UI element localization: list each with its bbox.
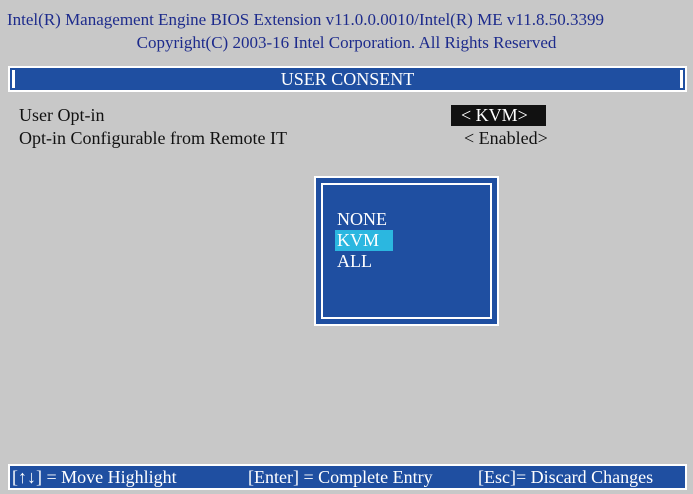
- screen-title: USER CONSENT: [280, 69, 415, 89]
- key-help-bar: [↑↓] = Move Highlight [Enter] = Complete…: [8, 464, 687, 490]
- title-bar-right-edge: [680, 70, 683, 88]
- setting-value-opt-in-configurable[interactable]: < Enabled>: [464, 128, 548, 149]
- setting-row-opt-in-configurable[interactable]: Opt-in Configurable from Remote IT: [19, 128, 287, 149]
- setting-value-user-opt-in[interactable]: < KVM>: [451, 105, 546, 126]
- hint-complete-entry: [Enter] = Complete Entry: [248, 467, 433, 487]
- option-none[interactable]: NONE: [335, 209, 389, 230]
- setting-label-opt-in-configurable: Opt-in Configurable from Remote IT: [19, 128, 287, 148]
- header-version-text: Intel(R) Management Engine BIOS Extensio…: [7, 10, 604, 29]
- setting-label-user-opt-in: User Opt-in: [19, 105, 105, 125]
- hint-move-highlight: [↑↓] = Move Highlight: [12, 467, 177, 487]
- screen-title-bar: USER CONSENT: [8, 66, 687, 92]
- option-all[interactable]: ALL: [335, 251, 374, 272]
- option-kvm[interactable]: KVM: [335, 230, 394, 251]
- header-copyright-text: Copyright(C) 2003-16 Intel Corporation. …: [136, 33, 557, 52]
- option-popup: NONE KVM ALL: [314, 176, 499, 326]
- title-bar-left-edge: [12, 70, 15, 88]
- bios-header: Intel(R) Management Engine BIOS Extensio…: [0, 0, 693, 62]
- settings-panel: User Opt-in < KVM> Opt-in Configurable f…: [8, 92, 687, 457]
- hint-discard-changes: [Esc]= Discard Changes: [478, 467, 654, 487]
- footer: [↑↓] = Move Highlight [Enter] = Complete…: [0, 460, 693, 494]
- option-popup-frame: NONE KVM ALL: [321, 183, 492, 319]
- setting-row-user-opt-in[interactable]: User Opt-in: [19, 105, 104, 126]
